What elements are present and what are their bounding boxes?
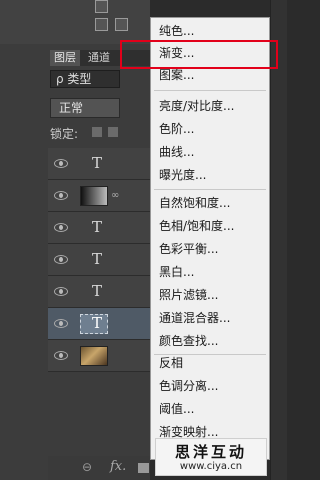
link-layers-icon[interactable]: ⊖: [82, 460, 92, 474]
text-layer-icon: T: [92, 250, 103, 268]
eye-icon[interactable]: [54, 223, 68, 232]
link-icon: ∞: [111, 190, 120, 201]
eye-icon[interactable]: [54, 159, 68, 168]
menu-item-solid-color[interactable]: 纯色...: [151, 20, 269, 42]
layer-row[interactable]: ∞: [48, 180, 150, 212]
watermark-title: 思洋互动: [174, 443, 247, 461]
add-mask-icon[interactable]: [138, 463, 149, 473]
menu-item-exposure[interactable]: 曝光度...: [151, 164, 269, 186]
layer-row[interactable]: T: [48, 148, 150, 180]
eye-icon[interactable]: [54, 255, 68, 264]
menu-item-black-white[interactable]: 黑白...: [151, 261, 269, 283]
menu-item-photo-filter[interactable]: 照片滤镜...: [151, 284, 269, 306]
adjustment-layer-menu: 纯色... 渐变... 图案... 亮度/对比度... 色阶... 曲线... …: [150, 17, 270, 460]
layer-row-selected[interactable]: T: [48, 308, 150, 340]
lock-brush-icon[interactable]: [108, 127, 118, 137]
menu-item-levels[interactable]: 色阶...: [151, 118, 269, 140]
panel-top-toolbar: [0, 0, 150, 44]
layers-bottom-bar: ⊖ fx.: [48, 456, 150, 480]
layers-list: T ∞ T T T T: [48, 148, 150, 372]
tab-layers[interactable]: 图层: [50, 50, 80, 66]
text-layer-icon: T: [92, 314, 103, 332]
layer-style-icon[interactable]: [115, 18, 128, 31]
menu-item-color-lookup[interactable]: 颜色查找...: [151, 330, 269, 352]
menu-item-color-balance[interactable]: 色彩平衡...: [151, 238, 269, 260]
menu-separator: [154, 189, 266, 190]
photo-thumbnail: [80, 346, 108, 366]
lock-label: 锁定:: [50, 127, 79, 141]
gradient-thumbnail: [80, 186, 108, 206]
text-layer-icon: T: [92, 218, 103, 236]
layer-kind-filter[interactable]: ρ 类型: [50, 70, 120, 88]
layer-row[interactable]: T: [48, 276, 150, 308]
layer-row[interactable]: T: [48, 212, 150, 244]
eye-icon[interactable]: [54, 287, 68, 296]
watermark-url: www.ciya.cn: [179, 461, 243, 472]
blend-mode-select[interactable]: 正常: [50, 98, 120, 118]
eye-icon[interactable]: [54, 191, 68, 200]
menu-item-brightness-contrast[interactable]: 亮度/对比度...: [151, 95, 269, 117]
menu-item-invert[interactable]: 反相: [151, 352, 269, 374]
menu-item-threshold[interactable]: 阈值...: [151, 398, 269, 420]
eye-icon[interactable]: [54, 319, 68, 328]
menu-item-channel-mixer[interactable]: 通道混合器...: [151, 307, 269, 329]
fx-button[interactable]: fx.: [110, 459, 126, 474]
right-scroll-strip: [270, 0, 287, 480]
layers-panel: 图层 通道 ρ 类型 正常 锁定: T ∞ T T T T ⊖ fx.: [0, 0, 150, 480]
image-icon[interactable]: [95, 18, 108, 31]
menu-item-curves[interactable]: 曲线...: [151, 141, 269, 163]
highlight-box: [120, 40, 278, 69]
menu-item-vibrance[interactable]: 自然饱和度...: [151, 192, 269, 214]
lock-transparency-icon[interactable]: [92, 127, 102, 137]
menu-separator: [154, 90, 266, 91]
menu-item-posterize[interactable]: 色调分离...: [151, 375, 269, 397]
layer-row[interactable]: [48, 340, 150, 372]
eye-icon[interactable]: [54, 351, 68, 360]
lock-row: 锁定:: [50, 124, 150, 142]
adjustment-icon[interactable]: [95, 0, 108, 13]
layer-row[interactable]: T: [48, 244, 150, 276]
text-layer-icon: T: [92, 282, 103, 300]
menu-item-hue-saturation[interactable]: 色相/饱和度...: [151, 215, 269, 237]
text-layer-icon: T: [92, 154, 103, 172]
watermark-logo: 思洋互动 www.ciya.cn: [155, 438, 267, 476]
tab-channels[interactable]: 通道: [84, 50, 114, 66]
